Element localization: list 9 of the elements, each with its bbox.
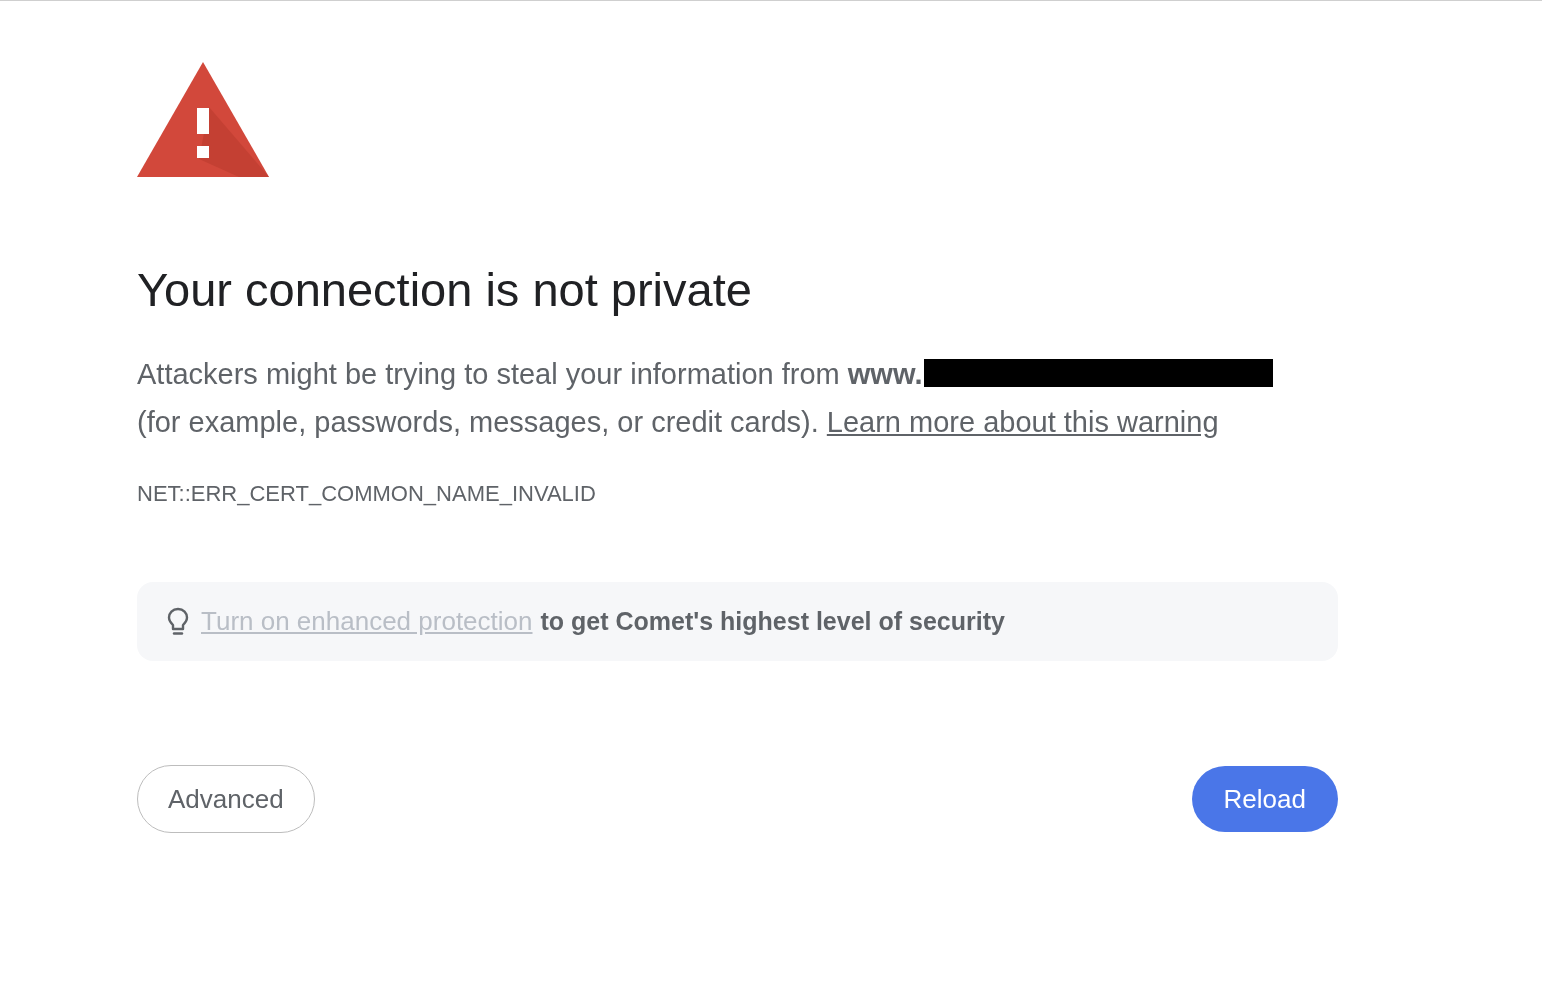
- advanced-button[interactable]: Advanced: [137, 765, 315, 833]
- reload-button[interactable]: Reload: [1191, 766, 1338, 832]
- warning-triangle-icon: [137, 62, 269, 177]
- learn-more-link[interactable]: Learn more about this warning: [826, 406, 1219, 438]
- page-title: Your connection is not private: [137, 262, 752, 318]
- error-code: NET::ERR_CERT_COMMON_NAME_INVALID: [137, 480, 596, 508]
- warning-message: Attackers might be trying to steal your information from www. (for example, passwords, messages, or credit cards). Learn more about this warning: [137, 350, 1274, 446]
- tip-text: to get Comet's highest level of security: [540, 605, 1005, 637]
- lightbulb-icon: [167, 606, 189, 637]
